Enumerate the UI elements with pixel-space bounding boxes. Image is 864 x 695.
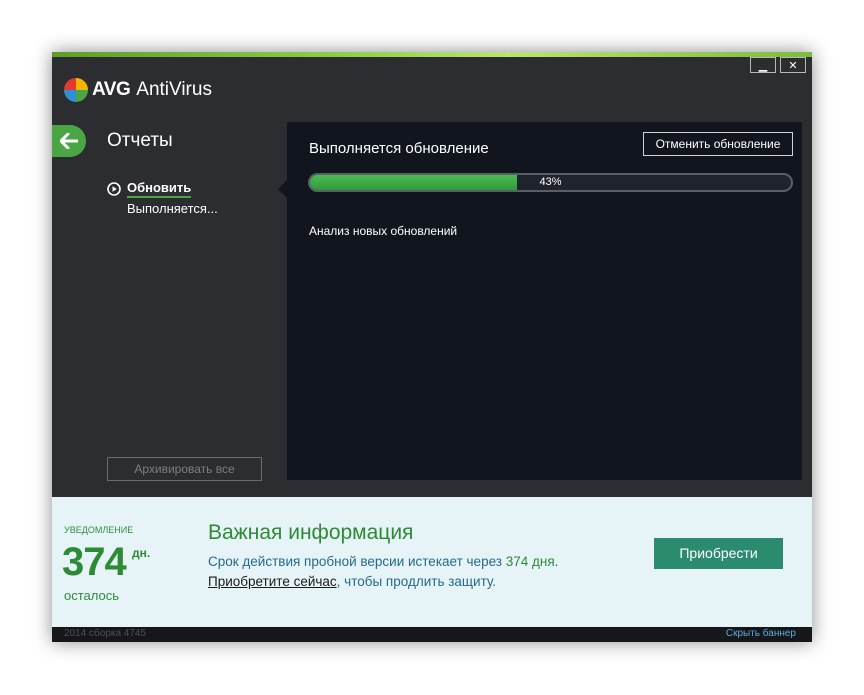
top-accent-bar — [52, 52, 812, 57]
panel-pointer — [278, 180, 287, 198]
update-title: Выполняется обновление — [309, 140, 489, 157]
banner-title: Важная информация — [208, 521, 414, 544]
page-title: Отчеты — [107, 130, 173, 151]
window-controls: ▁ ✕ — [750, 57, 806, 73]
archive-all-button[interactable]: Архивировать все — [107, 457, 262, 481]
avg-logo-icon — [64, 78, 88, 102]
days-left-label: осталось — [64, 588, 120, 603]
brand-name: AVG — [92, 79, 131, 100]
update-link-label: Обновить — [127, 180, 192, 198]
sidebar-item-update[interactable]: Обновить Выполняется... — [107, 180, 218, 216]
close-button[interactable]: ✕ — [780, 57, 806, 73]
trial-expiry-text: Срок действия пробной версии истекает че… — [208, 554, 558, 569]
days-unit: дн. — [132, 546, 151, 560]
build-info: 2014 сборка 4745 — [64, 628, 147, 639]
trial-expiry-suffix: . — [554, 554, 559, 569]
update-status: Выполняется... — [127, 201, 218, 216]
arrow-left-icon — [60, 133, 78, 149]
play-circle-icon — [107, 182, 121, 196]
buy-now-link[interactable]: Приобретите сейчас — [208, 574, 337, 589]
avg-window: ▁ ✕ AVG AntiVirus Отчеты Обновить Выполн… — [52, 52, 812, 642]
trial-expiry-days: 374 дня — [505, 554, 555, 569]
days-count: 374 — [62, 540, 127, 584]
notice-label: УВЕДОМЛЕНИЕ — [64, 525, 134, 535]
product-name: AntiVirus — [136, 79, 212, 100]
hide-banner-link[interactable]: Скрыть баннер — [726, 628, 796, 639]
cancel-update-button[interactable]: Отменить обновление — [643, 132, 793, 156]
buy-now-text: Приобретите сейчас, чтобы продлить защит… — [208, 574, 496, 589]
update-progress-bar: 43% — [308, 173, 793, 192]
back-button[interactable] — [52, 125, 86, 157]
app-logo: AVG AntiVirus — [64, 78, 212, 102]
trial-banner: УВЕДОМЛЕНИЕ 374 дн. осталось Важная инфо… — [52, 497, 812, 627]
progress-label: 43% — [539, 176, 562, 188]
buy-now-suffix: , чтобы продлить защиту. — [336, 574, 497, 589]
footer-bar: 2014 сборка 4745 Скрыть баннер — [52, 627, 812, 642]
update-panel: Выполняется обновление Отменить обновлен… — [287, 122, 802, 480]
minimize-button[interactable]: ▁ — [750, 57, 776, 73]
update-link[interactable]: Обновить — [107, 180, 218, 198]
analysis-status: Анализ новых обновлений — [309, 224, 458, 238]
purchase-button[interactable]: Приобрести — [654, 538, 783, 569]
trial-expiry-prefix: Срок действия пробной версии истекает че… — [208, 554, 506, 569]
